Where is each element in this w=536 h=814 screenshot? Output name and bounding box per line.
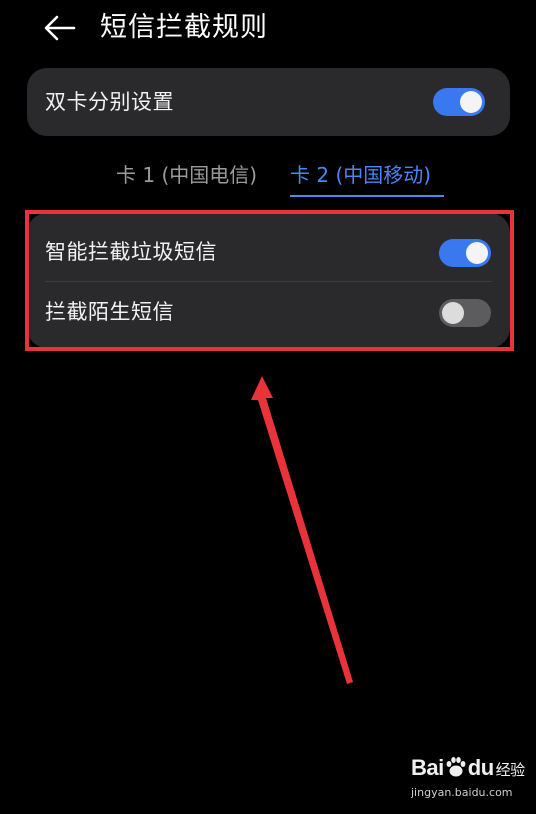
dual-card-setting-row[interactable]: 双卡分别设置 — [27, 68, 510, 136]
smart-spam-filter-label: 智能拦截垃圾短信 — [45, 240, 217, 264]
baidu-jingyan-watermark: Bai du 经验 jingyan.baidu.com — [405, 752, 525, 804]
watermark-logo-prefix: Bai — [411, 755, 444, 780]
interception-rules-card: 智能拦截垃圾短信 拦截陌生短信 — [27, 213, 510, 348]
app-header: 短信拦截规则 — [0, 0, 536, 60]
page-title: 短信拦截规则 — [100, 12, 268, 43]
watermark-url: jingyan.baidu.com — [411, 786, 513, 799]
back-button[interactable] — [40, 10, 80, 46]
baidu-paw-icon — [446, 757, 466, 777]
sim-card-tabs: 卡 1 (中国电信) 卡 2 (中国移动) — [0, 158, 536, 202]
tab-card-2[interactable]: 卡 2 (中国移动) — [290, 160, 431, 190]
row-divider — [45, 281, 492, 282]
tab-card-1[interactable]: 卡 1 (中国电信) — [116, 160, 257, 190]
watermark-logo-suffix: 经验 — [495, 762, 526, 779]
block-stranger-sms-label: 拦截陌生短信 — [45, 300, 174, 324]
arrow-left-icon — [44, 15, 76, 41]
smart-spam-filter-toggle[interactable] — [439, 239, 491, 267]
toggle-knob — [460, 91, 482, 113]
active-tab-indicator — [290, 195, 444, 197]
toggle-knob — [442, 302, 464, 324]
block-stranger-sms-toggle[interactable] — [439, 299, 491, 327]
watermark-logo: Bai du 经验 — [411, 754, 525, 785]
dual-card-label: 双卡分别设置 — [45, 90, 174, 114]
dual-card-toggle[interactable] — [433, 88, 485, 116]
toggle-knob — [466, 242, 488, 264]
watermark-logo-middle: du — [467, 755, 494, 780]
